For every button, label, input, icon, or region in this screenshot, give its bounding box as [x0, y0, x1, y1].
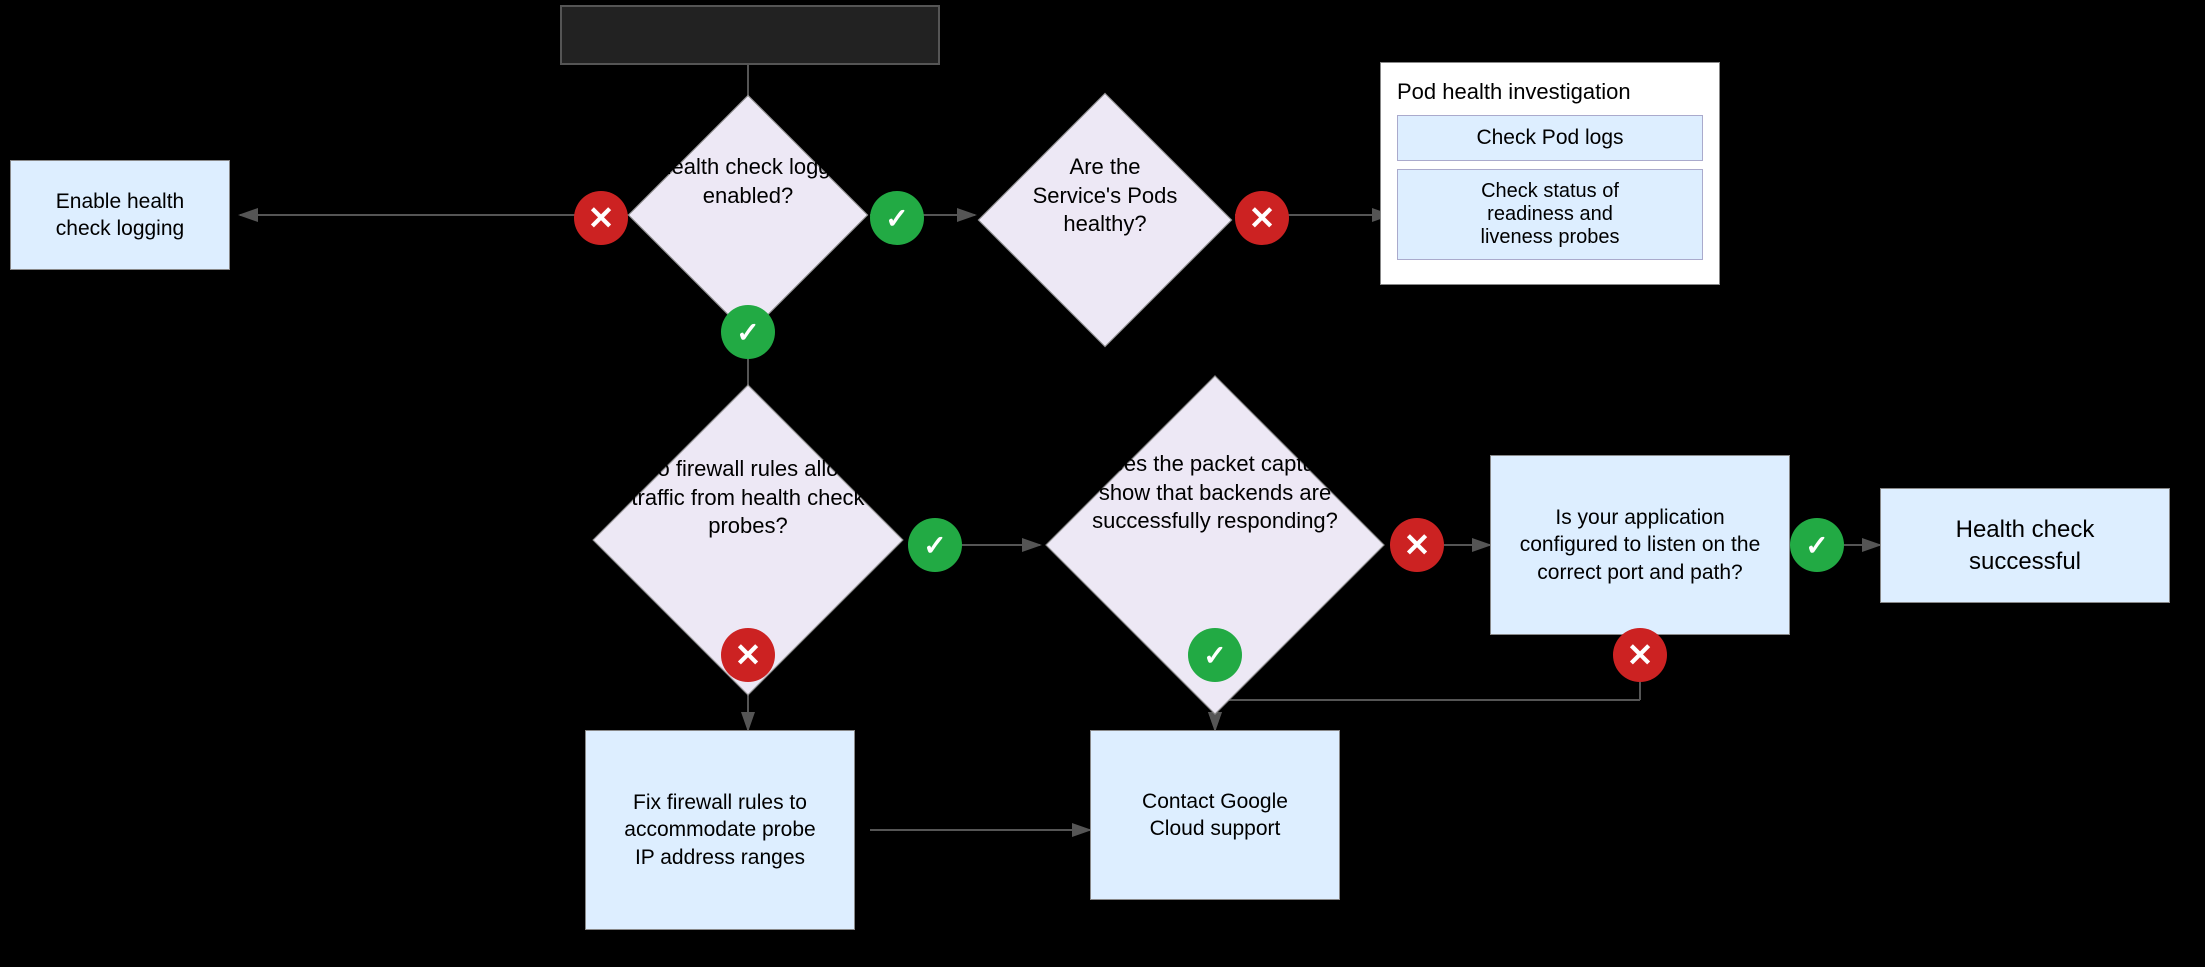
enable-logging-label: Enable health check logging [56, 188, 184, 243]
q-app-port-label: Is your applicationconfigured to listen … [1520, 504, 1761, 586]
pod-investigation-panel: Pod health investigation Check Pod logs … [1380, 62, 1720, 285]
circle-pods-no: ✕ [1235, 191, 1289, 245]
circle-logging-yes-down: ✓ [721, 305, 775, 359]
circle-app-no: ✕ [1613, 628, 1667, 682]
q-app-port-box: Is your applicationconfigured to listen … [1490, 455, 1790, 635]
check-pod-logs-item: Check Pod logs [1397, 115, 1703, 161]
start-box [560, 5, 940, 65]
circle-app-yes: ✓ [1790, 518, 1844, 572]
circle-firewall-yes: ✓ [908, 518, 962, 572]
contact-google-label: Contact GoogleCloud support [1142, 788, 1288, 843]
check-pod-logs-label: Check Pod logs [1476, 126, 1623, 149]
q-logging-wrap: Is health check logging enabled? [628, 125, 868, 305]
health-check-successful-label: Health check successful [1956, 514, 2095, 576]
q-pods-wrap: Are theService's Podshealthy? [975, 125, 1235, 315]
fix-firewall-box: Fix firewall rules toaccommodate probeIP… [585, 730, 855, 930]
check-probes-label: Check status ofreadiness andliveness pro… [1481, 180, 1620, 248]
circle-packet-yes: ✓ [1188, 628, 1242, 682]
fix-firewall-label: Fix firewall rules toaccommodate probeIP… [624, 789, 815, 871]
flowchart: Enable health check logging Is health ch… [0, 0, 2205, 967]
circle-packet-no: ✕ [1390, 518, 1444, 572]
check-probes-item: Check status ofreadiness andliveness pro… [1397, 169, 1703, 260]
contact-google-box: Contact GoogleCloud support [1090, 730, 1340, 900]
enable-logging-box: Enable health check logging [10, 160, 230, 270]
pod-panel-title: Pod health investigation [1397, 79, 1703, 105]
circle-firewall-no: ✕ [721, 628, 775, 682]
health-check-successful-box: Health check successful [1880, 488, 2170, 603]
circle-logging-yes: ✓ [870, 191, 924, 245]
circle-logging-no: ✕ [574, 191, 628, 245]
